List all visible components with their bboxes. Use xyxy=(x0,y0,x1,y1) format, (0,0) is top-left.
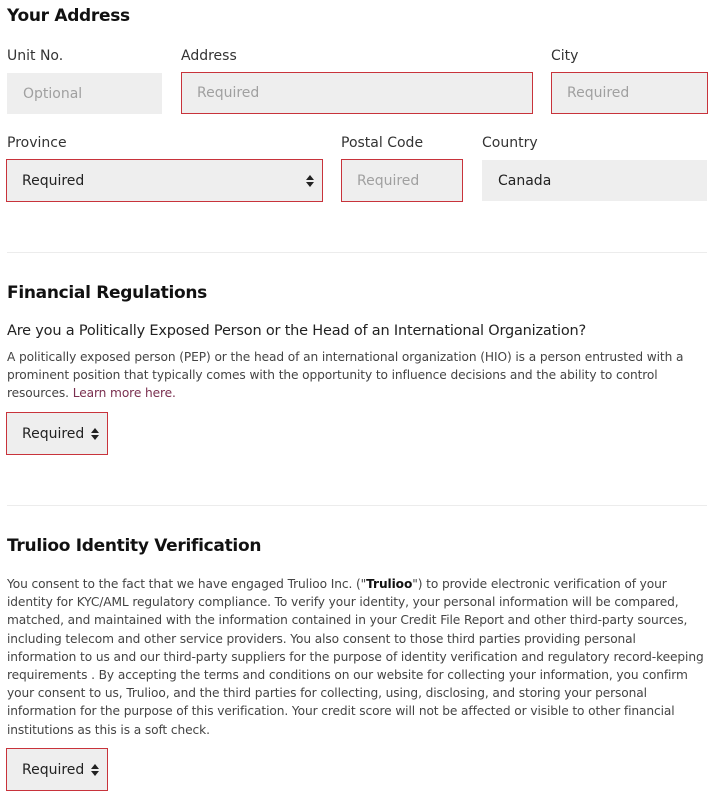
address-field[interactable] xyxy=(181,72,533,114)
city-input[interactable] xyxy=(567,73,707,113)
trulioo-consent-text: You consent to the fact that we have eng… xyxy=(7,575,707,739)
country-field: Canada xyxy=(482,160,707,201)
consent-selected-value: Required xyxy=(22,761,85,778)
country-label: Country xyxy=(482,135,538,151)
postal-code-field[interactable] xyxy=(341,159,463,202)
postal-code-input[interactable] xyxy=(357,160,462,201)
city-label: City xyxy=(551,48,579,64)
consent-intro: You consent to the fact that we have eng… xyxy=(7,577,367,591)
your-address-heading: Your Address xyxy=(7,6,130,26)
financial-regulations-heading: Financial Regulations xyxy=(7,283,207,303)
province-selected-value: Required xyxy=(22,172,85,189)
pep-select[interactable]: Required xyxy=(6,412,108,455)
trulioo-consent-select[interactable]: Required xyxy=(6,748,108,791)
unit-label: Unit No. xyxy=(7,48,64,64)
pep-description: A politically exposed person (PEP) or th… xyxy=(7,348,707,403)
pep-question: Are you a Politically Exposed Person or … xyxy=(7,323,587,339)
address-input[interactable] xyxy=(197,73,532,113)
address-form-page: Your Address Unit No. Address City Provi… xyxy=(0,0,728,797)
trulioo-heading: Trulioo Identity Verification xyxy=(7,536,262,556)
pep-selected-value: Required xyxy=(22,425,85,442)
unit-input[interactable] xyxy=(23,74,161,113)
learn-more-link[interactable]: Learn more here. xyxy=(73,386,176,400)
consent-trulioo-bold: Trulioo xyxy=(366,577,413,591)
country-value: Canada xyxy=(498,172,552,189)
updown-arrows-icon xyxy=(90,426,100,442)
updown-arrows-icon xyxy=(305,173,315,189)
unit-field[interactable] xyxy=(7,73,162,114)
province-select[interactable]: Required xyxy=(6,159,323,202)
city-field[interactable] xyxy=(551,72,708,114)
address-label: Address xyxy=(181,48,237,64)
province-label: Province xyxy=(7,135,67,151)
consent-rest: ") to provide electronic verification of… xyxy=(7,577,704,737)
postal-code-label: Postal Code xyxy=(341,135,424,151)
section-divider xyxy=(7,505,707,506)
section-divider xyxy=(7,252,707,253)
updown-arrows-icon xyxy=(90,762,100,778)
